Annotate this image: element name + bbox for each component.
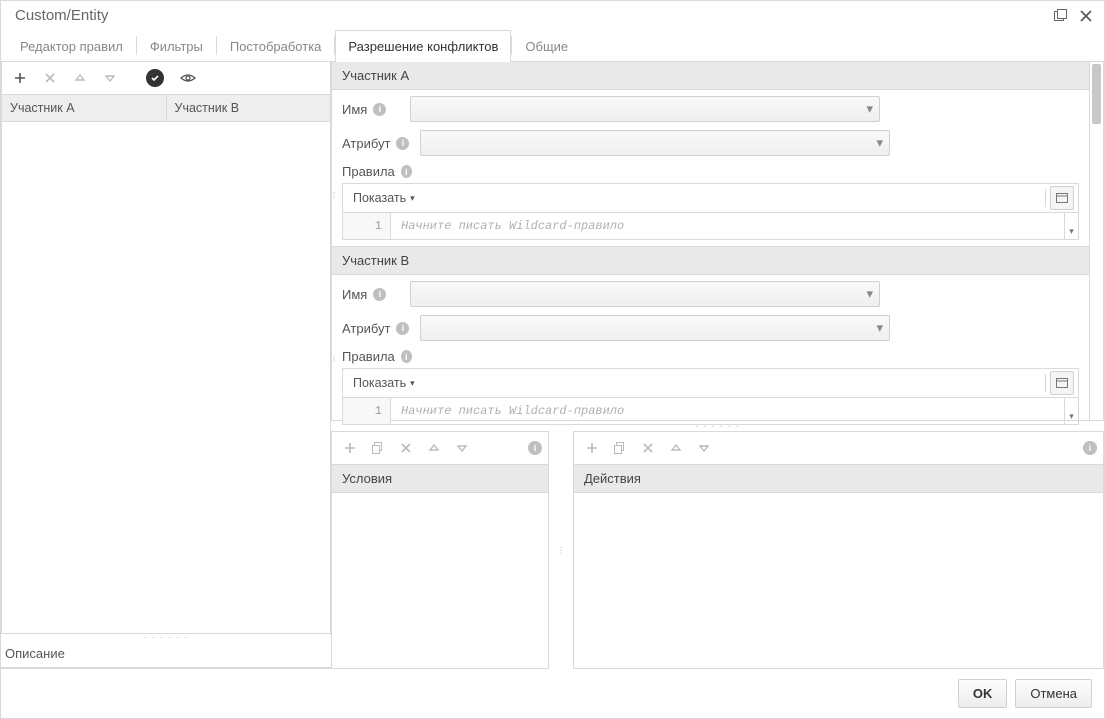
check-circle-icon[interactable] [146,69,164,87]
info-icon[interactable]: i [373,288,386,301]
move-up-icon [68,66,92,90]
participant-a-section: Участник A Имя i ▾ Атрибут i [332,62,1089,246]
participant-b-header: Участник B [332,246,1089,275]
move-up-icon [664,436,688,460]
expand-icon[interactable] [1050,371,1074,395]
participant-b-attr-combo[interactable]: ▾ [420,315,890,341]
column-participant-a[interactable]: Участник A [2,95,166,121]
copy-icon [608,436,632,460]
tab-filters[interactable]: Фильтры [137,30,216,62]
participant-b-section: Участник B Имя i ▾ Атрибут i [332,246,1089,431]
conditions-header: Условия [332,464,548,493]
cancel-button[interactable]: Отмена [1015,679,1092,708]
vertical-splitter[interactable]: ··· [557,431,565,669]
participant-a-attr-label: Атрибут i [342,136,412,151]
code-placeholder: Начните писать Wildcard-правило [391,398,1064,424]
participant-a-rules-block: ··· Показать▾ [332,181,1089,246]
dialog-footer: OK Отмена [1,669,1104,718]
info-icon[interactable]: i [1083,441,1097,455]
description-label: Описание [1,642,331,667]
dialog-body: Участник A Участник B · · · · · · Описан… [1,62,1104,669]
drag-handle-icon[interactable]: ··· [330,346,338,370]
participant-a-attr-combo[interactable]: ▾ [420,130,890,156]
column-participant-b[interactable]: Участник B [166,95,331,121]
line-number: 1 [343,398,391,424]
remove-icon [38,66,62,90]
maximize-icon[interactable] [1052,8,1068,24]
participant-b-rules-label: Правила i [342,349,412,364]
right-column: Участник A Имя i ▾ Атрибут i [331,62,1104,669]
code-scrollbar[interactable]: ▾ [1064,398,1078,424]
scroll-thumb[interactable] [1092,64,1101,124]
participant-a-rules-label: Правила i [342,164,412,179]
add-icon[interactable] [8,66,32,90]
participant-a-header: Участник A [332,62,1089,90]
info-icon[interactable]: i [396,137,409,150]
description-section: Описание [1,642,331,669]
tab-bar: Редактор правил Фильтры Постобработка Ра… [1,30,1104,62]
participants-toolbar [2,62,330,94]
participant-b-name-combo[interactable]: ▾ [410,281,880,307]
window-title: Custom/Entity [15,7,108,24]
copy-icon [366,436,390,460]
move-down-icon [692,436,716,460]
titlebar: Custom/Entity [1,1,1104,30]
participant-b-code-editor[interactable]: 1 Начните писать Wildcard-правило ▾ [342,397,1079,425]
window-controls [1052,8,1094,24]
code-placeholder: Начните писать Wildcard-правило [391,213,1064,239]
info-icon[interactable]: i [401,165,412,178]
participants-grid-header: Участник A Участник B [2,94,330,122]
line-number: 1 [343,213,391,239]
tab-general[interactable]: Общие [512,30,581,62]
participant-b-attr-label: Атрибут i [342,321,412,336]
panel-scrollbar[interactable] [1089,62,1103,420]
tab-rules-editor[interactable]: Редактор правил [7,30,136,62]
participants-form-panel: Участник A Имя i ▾ Атрибут i [331,62,1104,421]
conditions-toolbar: i [332,432,548,464]
participant-a-name-label: Имя i [342,102,402,117]
preview-icon[interactable] [176,66,200,90]
participant-b-show-button[interactable]: Показать▾ [347,372,421,394]
expand-icon[interactable] [1050,186,1074,210]
participant-a-name-combo[interactable]: ▾ [410,96,880,122]
add-icon [338,436,362,460]
participants-grid: Участник A Участник B [1,62,331,634]
conditions-actions-row: i Условия ··· i Де [331,431,1104,669]
move-down-icon [450,436,474,460]
actions-toolbar: i [574,432,1103,464]
drag-handle-icon[interactable]: ··· [330,182,338,206]
info-icon[interactable]: i [373,103,386,116]
participant-a-show-button[interactable]: Показать▾ [347,187,421,209]
participant-b-rules-block: ··· Показать▾ [332,366,1089,431]
info-icon[interactable]: i [401,350,412,363]
ok-button[interactable]: OK [958,679,1008,708]
code-scrollbar[interactable]: ▾ [1064,213,1078,239]
actions-list[interactable] [574,493,1103,668]
remove-icon [636,436,660,460]
add-icon [580,436,604,460]
remove-icon [394,436,418,460]
left-horizontal-splitter[interactable]: · · · · · · [1,634,331,642]
participants-grid-body[interactable] [2,122,330,633]
participant-b-name-label: Имя i [342,287,402,302]
actions-header: Действия [574,464,1103,493]
move-up-icon [422,436,446,460]
conditions-list[interactable] [332,493,548,668]
tab-postprocessing[interactable]: Постобработка [217,30,335,62]
dialog-window: Custom/Entity Редактор правил Фильтры По… [0,0,1105,719]
conditions-panel: i Условия [331,431,549,669]
actions-panel: i Действия [573,431,1104,669]
tab-conflict-resolution[interactable]: Разрешение конфликтов [335,30,511,62]
info-icon[interactable]: i [528,441,542,455]
left-column: Участник A Участник B · · · · · · Описан… [1,62,331,669]
participant-a-code-editor[interactable]: 1 Начните писать Wildcard-правило ▾ [342,212,1079,240]
info-icon[interactable]: i [396,322,409,335]
close-icon[interactable] [1078,8,1094,24]
move-down-icon [98,66,122,90]
